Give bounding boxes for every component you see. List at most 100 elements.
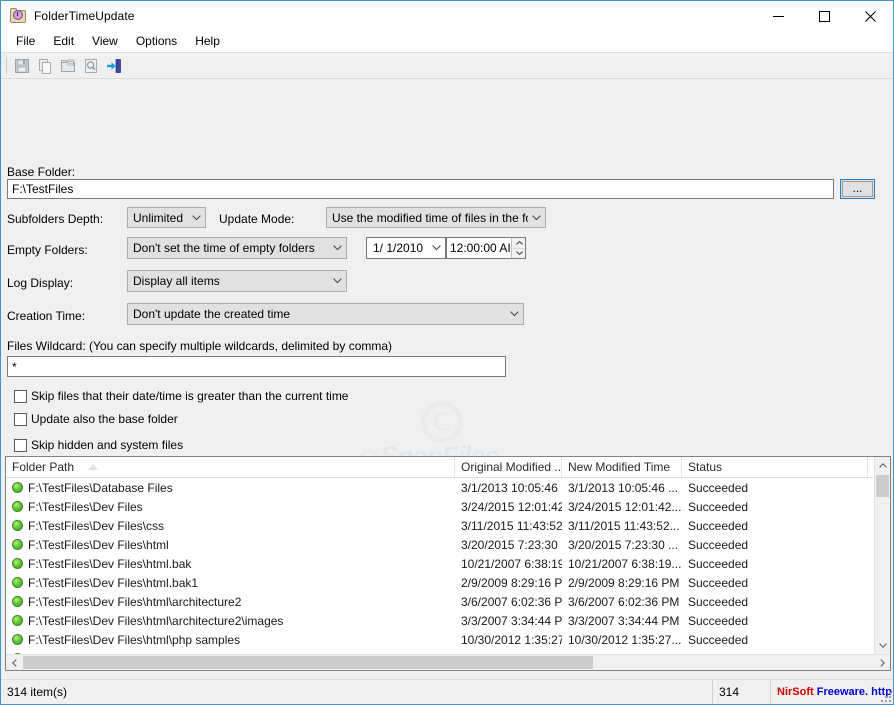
- cell-status: Succeeded: [688, 556, 749, 571]
- checkbox-box[interactable]: [14, 389, 27, 403]
- subfolders-depth-select[interactable]: Unlimited: [127, 207, 206, 228]
- cell-new-modified: 3/3/2007 3:34:44 PM: [568, 613, 680, 628]
- creation-time-select[interactable]: Don't update the created time: [127, 303, 524, 325]
- folder-path-text: F:\TestFiles\Dev Files\html: [28, 537, 169, 552]
- checkbox-box[interactable]: [14, 412, 27, 426]
- time-picker[interactable]: 12:00:00 AI: [446, 237, 526, 259]
- menu-edit[interactable]: Edit: [44, 32, 83, 51]
- checkbox-skip-future-files[interactable]: Skip files that their date/time is great…: [14, 389, 348, 403]
- column-header-status[interactable]: Status: [682, 457, 868, 477]
- chevron-down-icon[interactable]: [427, 245, 445, 251]
- table-row[interactable]: F:\TestFiles\Database Files 3/1/2013 10:0…: [6, 478, 890, 497]
- list-header: Folder Path Original Modified ... New Mo…: [6, 457, 890, 478]
- menu-options[interactable]: Options: [127, 32, 186, 51]
- title-bar: FolderTimeUpdate: [1, 1, 893, 31]
- scroll-up-icon[interactable]: [875, 457, 890, 474]
- menu-bar: File Edit View Options Help: [1, 31, 893, 53]
- chevron-down-icon: [329, 278, 346, 284]
- spinner-down-icon[interactable]: [512, 249, 525, 259]
- scroll-left-icon[interactable]: [6, 655, 22, 670]
- checkbox-box[interactable]: [14, 438, 27, 452]
- menu-help[interactable]: Help: [186, 32, 229, 51]
- window-controls: [755, 1, 893, 31]
- column-header-original-modified[interactable]: Original Modified ...: [455, 457, 562, 477]
- scroll-thumb-vertical[interactable]: [876, 475, 889, 497]
- nirsoft-link[interactable]: NirSoft Freeware. http: [777, 686, 892, 698]
- browse-button-label: ...: [842, 181, 873, 197]
- folder-path-text: F:\TestFiles\Database Files: [28, 480, 173, 495]
- maximize-button[interactable]: [801, 1, 847, 31]
- cell-status: Succeeded: [688, 594, 749, 609]
- cell-folder-path: F:\TestFiles\Dev Files\html.bak: [6, 557, 455, 571]
- properties-icon[interactable]: [56, 55, 79, 77]
- checkbox-skip-hidden-system[interactable]: Skip hidden and system files: [14, 438, 183, 452]
- cell-new-modified: 3/6/2007 6:02:36 PM: [568, 594, 680, 609]
- base-folder-label: Base Folder:: [7, 165, 76, 179]
- cell-folder-path: F:\TestFiles\Dev Files: [6, 500, 455, 514]
- list-horizontal-scrollbar[interactable]: [6, 654, 890, 670]
- resize-grip-icon[interactable]: [879, 690, 891, 702]
- column-header-new-modified[interactable]: New Modified Time: [562, 457, 682, 477]
- checkbox-update-base-folder[interactable]: Update also the base folder: [14, 412, 178, 426]
- status-selected-count: 314: [713, 680, 771, 704]
- status-success-icon: [12, 520, 23, 531]
- results-list: Folder Path Original Modified ... New Mo…: [5, 456, 891, 671]
- cell-status: Succeeded: [688, 632, 749, 647]
- time-spinner[interactable]: [510, 238, 525, 259]
- date-picker[interactable]: 1/ 1/2010: [366, 237, 446, 259]
- update-mode-select[interactable]: Use the modified time of files in the fo…: [326, 207, 546, 228]
- spinner-up-icon[interactable]: [511, 238, 525, 249]
- menu-view[interactable]: View: [83, 32, 127, 51]
- table-row[interactable]: F:\TestFiles\Dev Files\html\php samples 1…: [6, 630, 890, 649]
- creation-time-label: Creation Time:: [7, 309, 86, 323]
- subfolders-depth-value: Unlimited: [133, 210, 184, 225]
- table-row[interactable]: F:\TestFiles\Dev Files\html\architecture…: [6, 592, 890, 611]
- save-icon[interactable]: [10, 55, 33, 77]
- cell-status: Succeeded: [688, 518, 749, 533]
- checkbox-label: Update also the base folder: [31, 412, 178, 426]
- menu-file[interactable]: File: [7, 32, 44, 51]
- table-row[interactable]: F:\TestFiles\Dev Files\html\architecture…: [6, 611, 890, 630]
- checkbox-label: Skip files that their date/time is great…: [31, 389, 349, 403]
- list-vertical-scrollbar[interactable]: [874, 457, 890, 654]
- cell-original-modified: 3/20/2015 7:23:30 ...: [461, 537, 562, 552]
- cell-status: Succeeded: [688, 499, 749, 514]
- status-success-icon: [12, 482, 23, 493]
- checkbox-label: Skip hidden and system files: [31, 438, 184, 452]
- scroll-thumb-horizontal[interactable]: [23, 656, 593, 669]
- status-credit[interactable]: NirSoft Freeware. http: [771, 680, 893, 704]
- wildcard-input[interactable]: *: [7, 356, 506, 377]
- toolbar-separator: [6, 57, 7, 74]
- nirsoft-brand: NirSoft: [777, 686, 814, 698]
- minimize-button[interactable]: [755, 1, 801, 31]
- status-bar: 314 item(s) 314 NirSoft Freeware. http: [1, 679, 893, 704]
- cell-status: Succeeded: [688, 613, 749, 628]
- window-title: FolderTimeUpdate: [34, 9, 135, 23]
- table-row[interactable]: F:\TestFiles\Dev Files\html.bak1 2/9/2009…: [6, 573, 890, 592]
- update-mode-value: Use the modified time of files in the fo…: [332, 210, 528, 225]
- copy-icon[interactable]: [33, 55, 56, 77]
- table-row[interactable]: F:\TestFiles\Dev Files 3/24/2015 12:01:42…: [6, 497, 890, 516]
- application-window: FolderTimeUpdate File Edit View Options …: [0, 0, 894, 705]
- settings-panel: C G SnapFiles Base Folder: F:\TestFiles …: [1, 79, 893, 522]
- base-folder-input[interactable]: F:\TestFiles: [7, 179, 834, 199]
- table-row[interactable]: F:\TestFiles\Dev Files\css 3/11/2015 11:4…: [6, 516, 890, 535]
- empty-folders-value: Don't set the time of empty folders: [133, 241, 315, 255]
- log-display-select[interactable]: Display all items: [127, 270, 347, 292]
- folder-path-text: F:\TestFiles\Dev Files\html\architecture…: [28, 613, 284, 628]
- scroll-down-icon[interactable]: [875, 637, 890, 654]
- exit-icon[interactable]: [102, 55, 125, 77]
- scroll-right-icon[interactable]: [874, 655, 890, 670]
- browse-button[interactable]: ...: [840, 179, 875, 199]
- close-button[interactable]: [847, 1, 893, 31]
- update-mode-label: Update Mode:: [219, 212, 295, 226]
- folder-path-text: F:\TestFiles\Dev Files\html.bak1: [28, 575, 199, 590]
- status-success-icon: [12, 577, 23, 588]
- table-row[interactable]: F:\TestFiles\Dev Files\html 3/20/2015 7:2…: [6, 535, 890, 554]
- table-row[interactable]: F:\TestFiles\Dev Files\html.bak 10/21/200…: [6, 554, 890, 573]
- empty-folders-select[interactable]: Don't set the time of empty folders: [127, 237, 347, 259]
- find-icon[interactable]: [79, 55, 102, 77]
- column-header-folder-path[interactable]: Folder Path: [6, 457, 455, 477]
- cell-original-modified: 3/11/2015 11:43:52...: [461, 518, 562, 533]
- folder-clock-icon: [10, 8, 26, 24]
